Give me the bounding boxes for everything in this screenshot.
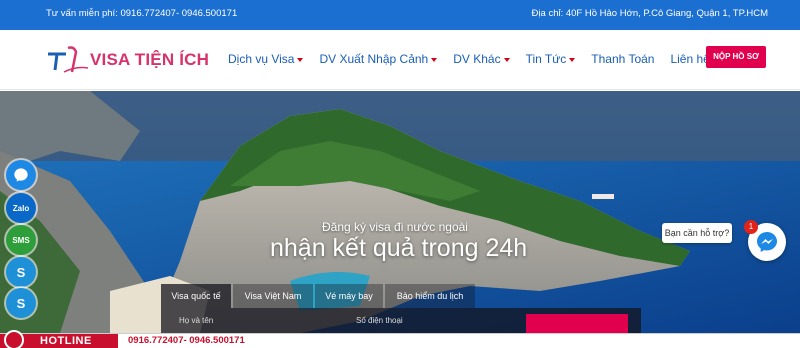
zalo-social-button[interactable]: Zalo: [6, 193, 36, 223]
nav-label: DV Khác: [453, 52, 501, 66]
nav-item-visa-services[interactable]: Dịch vụ Visa: [228, 52, 304, 66]
logo-text: VISA TIỆN ÍCH: [90, 50, 210, 69]
skype-icon: S: [16, 295, 26, 311]
tab-travel-insurance[interactable]: Bảo hiểm du lịch: [385, 284, 475, 308]
skype-social-button-2[interactable]: S: [6, 288, 36, 318]
main-nav: Dịch vụ Visa DV Xuất Nhập Cảnh DV Khác T…: [228, 52, 726, 66]
nav-label: Thanh Toán: [591, 52, 655, 66]
messenger-icon: [14, 168, 28, 182]
hero-title: nhận kết quả trong 24h: [270, 234, 528, 262]
caret-down-icon: [503, 57, 510, 62]
skype-social-button[interactable]: S: [6, 257, 36, 287]
apply-button[interactable]: NỘP HỒ SƠ: [706, 46, 766, 68]
tab-panel: Họ và tên Số điện thoại: [161, 308, 641, 333]
sms-icon: SMS: [12, 235, 30, 245]
nav-label: Dịch vụ Visa: [228, 52, 295, 66]
nav-label: DV Xuất Nhập Cảnh: [319, 52, 429, 66]
chat-notification-badge: 1: [744, 220, 758, 234]
zalo-icon: Zalo: [12, 203, 30, 213]
nav-item-other-services[interactable]: DV Khác: [453, 52, 510, 66]
caret-down-icon: [431, 57, 438, 62]
logo-mark-icon: [48, 46, 89, 73]
skype-icon: S: [16, 264, 26, 280]
chat-prompt-bubble[interactable]: Bạn cần hỗ trợ?: [662, 223, 732, 243]
phone-icon[interactable]: [4, 330, 24, 348]
hero-banner: Đăng ký visa đi nước ngoài nhận kết quả …: [0, 91, 800, 333]
topbar-hotline-text: Tư vấn miễn phí: 0916.772407- 0946.50017…: [46, 8, 238, 19]
site-header: VISA TIỆN ÍCH Dịch vụ Visa DV Xuất Nhập …: [0, 30, 800, 90]
nav-item-contact[interactable]: Liên hệ: [670, 52, 709, 66]
messenger-social-button[interactable]: [6, 160, 36, 190]
phone-field[interactable]: Số điện thoại: [356, 316, 403, 325]
sms-social-button[interactable]: SMS: [6, 225, 36, 255]
site-logo[interactable]: VISA TIỆN ÍCH: [46, 44, 209, 76]
nav-label: Liên hệ: [670, 52, 710, 66]
tab-vietnam-visa[interactable]: Visa Việt Nam: [233, 284, 313, 308]
nav-item-immigration[interactable]: DV Xuất Nhập Cảnh: [319, 52, 438, 66]
service-tabs: Visa quốc tế Visa Việt Nam Vé máy bay Bả…: [161, 284, 641, 333]
caret-down-icon: [569, 57, 576, 62]
nav-item-news[interactable]: Tin Tức: [526, 52, 576, 66]
hotline-numbers[interactable]: 0916.772407- 0946.500171: [128, 335, 245, 346]
top-bar: Tư vấn miễn phí: 0916.772407- 0946.50017…: [0, 0, 800, 30]
nav-label: Tin Tức: [525, 52, 567, 66]
caret-down-icon: [297, 57, 304, 62]
topbar-address-text: Địa chỉ: 40F Hồ Hảo Hớn, P.Cô Giang, Quậ…: [531, 8, 768, 19]
hotline-bar: HOTLINE 0916.772407- 0946.500171: [0, 330, 800, 348]
submit-button[interactable]: [526, 314, 628, 333]
messenger-icon: [757, 232, 777, 252]
tab-flight-tickets[interactable]: Vé máy bay: [315, 284, 383, 308]
name-field[interactable]: Họ và tên: [179, 316, 213, 325]
tab-international-visa[interactable]: Visa quốc tế: [161, 284, 231, 308]
hero-subtitle: Đăng ký visa đi nước ngoài: [322, 220, 468, 234]
nav-item-payment[interactable]: Thanh Toán: [591, 52, 654, 66]
